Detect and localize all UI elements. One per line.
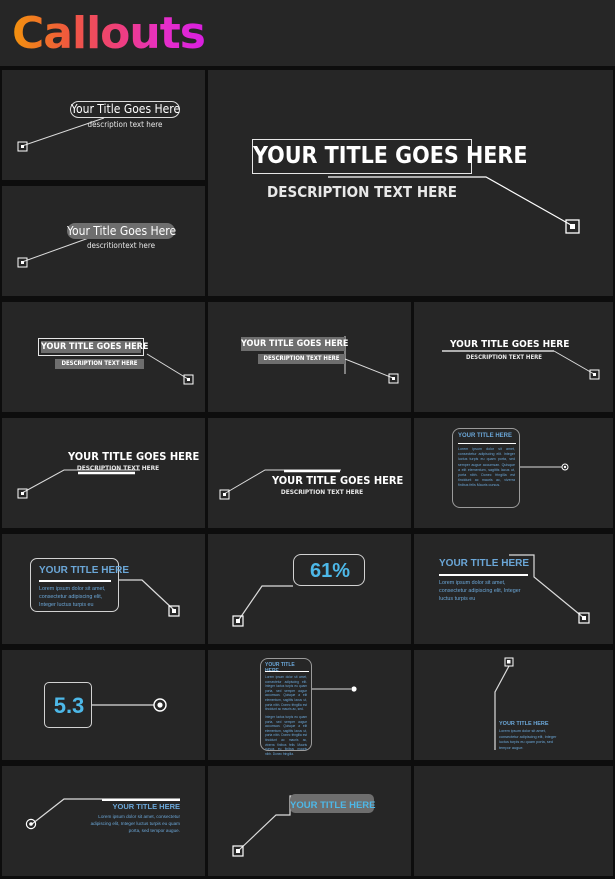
callout-title: Your Title Goes Here xyxy=(70,101,181,118)
callout-card-underline-below[interactable]: YOUR TITLE GOES HERE DESCRIPTION TEXT HE… xyxy=(2,418,205,528)
callout-card-empty xyxy=(414,766,613,876)
callout-body: Lorem ipsum dolor sit amet, consectetur … xyxy=(439,580,521,603)
callout-card-underline-rule[interactable]: YOUR TITLE GOES HERE DESCRIPTION TEXT HE… xyxy=(414,302,613,412)
callout-value-box: 5.3 xyxy=(44,682,92,728)
connector-line xyxy=(92,698,167,712)
divider xyxy=(39,580,111,582)
callout-title: YOUR TITLE GOES HERE xyxy=(272,474,404,487)
callout-title: YOUR TITLE HERE xyxy=(458,433,513,439)
callout-card-vertical-stem[interactable]: YOUR TITLE HERE Lorem ipsum dolor sit am… xyxy=(414,650,613,760)
callout-card-blue-card-column[interactable]: YOUR TITLE HERE Lorem ipsum dolor sit am… xyxy=(208,650,411,760)
callout-card-blue-card-short[interactable]: YOUR TITLE HERE Lorem ipsum dolor sit am… xyxy=(2,534,205,644)
callout-title: YOUR TITLE GOES HERE xyxy=(68,450,200,463)
callout-title: YOUR TITLE HERE xyxy=(265,662,295,674)
connector-line xyxy=(232,585,293,627)
callout-title: YOUR TITLE GOES HERE xyxy=(41,341,149,353)
callout-title-pill: YOUR TITLE HERE xyxy=(290,794,376,813)
callout-value-box: 61% xyxy=(293,554,365,586)
callout-description: DESCRIPTION TEXT HERE xyxy=(55,359,144,369)
divider xyxy=(439,574,528,576)
callout-card-pill-filled[interactable]: Your Title Goes Here descritiontext here xyxy=(2,186,205,296)
callout-description: DESCRIPTION TEXT HERE xyxy=(258,354,345,364)
callout-value: 5.3 xyxy=(53,693,85,718)
callout-title: YOUR TITLE HERE xyxy=(290,800,376,811)
callout-body: Lorem ipsum dolor sit amet, consectetur … xyxy=(458,447,515,488)
page-header: Callouts xyxy=(0,0,615,66)
divider xyxy=(458,443,516,444)
callout-card-gray-pill-blue-text[interactable]: YOUR TITLE HERE xyxy=(208,766,411,876)
callout-box: YOUR TITLE HERE Lorem ipsum dolor sit am… xyxy=(260,658,312,756)
connector-line xyxy=(232,795,313,857)
callout-card-gray-bars-vline[interactable]: YOUR TITLE GOES HERE DESCRIPTION TEXT HE… xyxy=(208,302,411,412)
callout-description: descritiontext here xyxy=(86,241,156,250)
page-title: Callouts xyxy=(12,8,206,59)
callout-value: 61% xyxy=(309,560,351,582)
callout-title: YOUR TITLE HERE xyxy=(39,565,130,576)
callout-card-pill-outline[interactable]: Your Title Goes Here description text he… xyxy=(2,70,205,180)
callout-body: Lorem ipsum dolor sit amet, consectetur … xyxy=(90,814,180,833)
callout-card-percent-pill[interactable]: 61% xyxy=(208,534,411,644)
callout-card-blue-card-tall[interactable]: YOUR TITLE HERE Lorem ipsum dolor sit am… xyxy=(414,418,613,528)
divider xyxy=(265,671,309,672)
callout-title: YOUR TITLE GOES HERE xyxy=(241,337,349,351)
callout-title: YOUR TITLE GOES HERE xyxy=(450,339,570,350)
connector-line xyxy=(146,353,194,385)
callout-body-1: Lorem ipsum dolor sit amet, consectetur … xyxy=(265,675,307,712)
callouts-slide-board: Callouts Your Title Goes Here descriptio… xyxy=(0,0,615,879)
callout-title: Your Title Goes Here xyxy=(67,223,177,239)
callout-card-blue-plain[interactable]: YOUR TITLE HERE Lorem ipsum dolor sit am… xyxy=(414,534,613,644)
callout-body: Lorem ipsum dolor sit amet, consectetur … xyxy=(499,729,557,750)
callout-card-right-aligned[interactable]: YOUR TITLE HERE Lorem ipsum dolor sit am… xyxy=(2,766,205,876)
connector-line xyxy=(17,469,140,499)
connector-line xyxy=(219,469,341,500)
callout-description: DESCRIPTION TEXT HERE xyxy=(466,354,542,361)
callout-description: DESCRIPTION TEXT HERE xyxy=(76,464,160,472)
callout-title: YOUR TITLE HERE xyxy=(499,721,549,727)
callout-title-box: YOUR TITLE GOES HERE xyxy=(38,338,149,356)
callout-card-hero-boxed[interactable]: YOUR TITLE GOES HERE DESCRIPTION TEXT HE… xyxy=(208,70,613,296)
callout-body-2: Integer luctus turpis eu quam porta, sed… xyxy=(265,715,307,756)
callout-title: YOUR TITLE HERE xyxy=(439,558,530,569)
callout-card-overline-above[interactable]: YOUR TITLE GOES HERE DESCRIPTION TEXT HE… xyxy=(208,418,411,528)
callout-card-number-box[interactable]: 5.3 xyxy=(2,650,205,760)
callout-description: DESCRIPTION TEXT HERE xyxy=(280,488,364,496)
callout-box: YOUR TITLE HERE Lorem ipsum dolor sit am… xyxy=(452,428,520,508)
callout-title: YOUR TITLE GOES HERE xyxy=(252,139,527,174)
callout-description: DESCRIPTION TEXT HERE xyxy=(267,183,457,201)
callout-title: YOUR TITLE HERE xyxy=(112,802,180,811)
callout-description: description text here xyxy=(87,120,163,129)
callout-body: Lorem ipsum dolor sit amet, consectetur … xyxy=(39,586,106,609)
callout-box: YOUR TITLE HERE Lorem ipsum dolor sit am… xyxy=(30,558,129,612)
callout-card-boxed-gray-bars[interactable]: YOUR TITLE GOES HERE DESCRIPTION TEXT HE… xyxy=(2,302,205,412)
